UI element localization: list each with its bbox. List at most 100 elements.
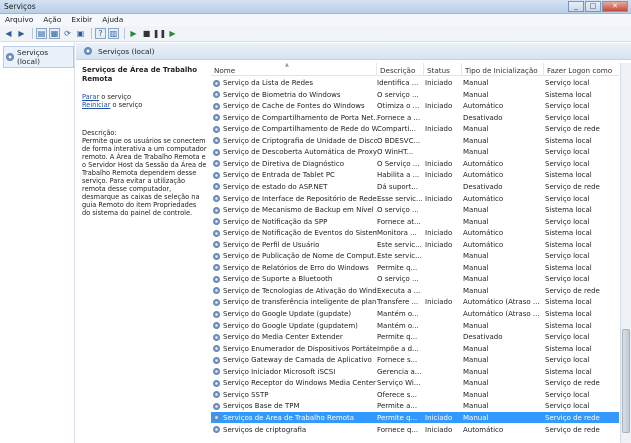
close-button[interactable]: ✕ <box>602 1 628 12</box>
table-row[interactable]: Serviço de Criptografia de Unidade de Di… <box>211 135 619 147</box>
gear-icon <box>84 47 92 55</box>
description-line: de forma interativa a um computador <box>82 145 207 153</box>
restart-service-icon[interactable]: ▶ <box>167 28 178 39</box>
service-logon-as: Serviço local <box>545 252 590 261</box>
start-service-icon[interactable]: ▶ <box>128 28 139 39</box>
table-row[interactable]: Serviço de transferência inteligente de … <box>211 296 619 308</box>
column-header-nome[interactable]: Nome ▲ <box>211 63 377 76</box>
service-name: Serviço de Publicação de Nome de Comput.… <box>213 252 377 260</box>
service-name: Serviço de Notificação de Eventos do Sis… <box>213 229 377 237</box>
service-logon-as: Serviço local <box>545 217 590 226</box>
service-name: Serviço de Compartilhamento de Rede do W… <box>213 125 377 133</box>
table-row[interactable]: Serviço de Suporte a Bluetooth O serviço … <box>211 273 619 285</box>
menu-acao[interactable]: Ação <box>38 14 66 26</box>
table-row[interactable]: Serviço de Descoberta Automática de Prox… <box>211 146 619 158</box>
service-details: Serviços de Área de Trabalho Remota Para… <box>82 66 207 217</box>
gear-icon <box>213 218 220 226</box>
table-row[interactable]: Serviço Iniciador Microsoft iSCSI Gerenci… <box>211 366 619 378</box>
back-arrow-icon[interactable]: ◀ <box>3 28 14 39</box>
restart-service-link[interactable]: Reiniciar <box>82 101 110 109</box>
menu-arquivo[interactable]: Arquivo <box>0 14 38 26</box>
table-row[interactable]: Serviço do Google Update (gupdatem) Manté… <box>211 320 619 332</box>
service-startup-type: Manual <box>463 90 489 99</box>
table-row[interactable]: Serviços Base de TPM Permite a... Manual Se… <box>211 400 619 412</box>
service-description: Fornece s... <box>377 356 418 365</box>
gear-icon <box>213 171 220 179</box>
table-row[interactable]: Serviço de Mecanismo de Backup em Nível … <box>211 204 619 216</box>
table-row[interactable]: Serviço de Diretiva de Diagnóstico O Serv… <box>211 158 619 170</box>
stop-service-link[interactable]: Parar <box>82 93 99 101</box>
column-header-logon[interactable]: Fazer Logon como <box>544 63 619 76</box>
table-row[interactable]: Serviço de Tecnologias de Ativação do Wi… <box>211 285 619 297</box>
forward-arrow-icon[interactable]: ▶ <box>16 28 27 39</box>
table-row[interactable]: Serviço de Entrada de Tablet PC Habilita … <box>211 169 619 181</box>
table-row[interactable]: Serviço de Relatórios de Erro do Windows… <box>211 262 619 274</box>
tree-item-services-local[interactable]: Serviços (local) <box>3 46 74 68</box>
service-name: Serviço de Cache de Fontes do Windows <box>213 102 377 110</box>
service-name: Serviço de Descoberta Automática de Prox… <box>213 148 377 156</box>
properties-icon[interactable]: ▦ <box>49 28 60 39</box>
table-row[interactable]: Serviço de Interface de Repositório de R… <box>211 193 619 205</box>
table-row[interactable]: Serviço de Notificação da SPP Fornece at.… <box>211 216 619 228</box>
description-line: remoto. A Área de Trabalho Remota e <box>82 153 206 161</box>
table-row[interactable]: Serviço da Lista de Redes Identifica ... I… <box>211 77 619 89</box>
gear-icon <box>213 102 220 110</box>
column-headers: Nome ▲ Descrição Status Tipo de Inicializ… <box>211 63 619 76</box>
table-row[interactable]: Serviço de Compartilhamento de Porta Net… <box>211 112 619 124</box>
vertical-scrollbar[interactable] <box>620 63 631 443</box>
table-row[interactable]: Serviço SSTP Oferece s... Manual Serviço lo… <box>211 389 619 401</box>
service-name: Serviço Gateway de Camada de Aplicativo <box>213 356 377 364</box>
service-description: Esse servic... <box>377 194 423 203</box>
table-row[interactable]: Serviço de estado do ASP.NET Dá suport...… <box>211 181 619 193</box>
show-tree-icon[interactable]: ▤ <box>36 28 47 39</box>
table-row[interactable]: Serviços de criptografia Fornece q... Inic… <box>211 424 619 436</box>
table-row[interactable]: Serviços de Área de Trabalho Remota Permi… <box>211 411 619 424</box>
toolbar-separator <box>124 28 125 39</box>
panel-header: Serviços (local) <box>76 43 631 60</box>
service-name-text: Serviço de Notificação da SPP <box>223 217 328 226</box>
service-startup-type: Manual <box>463 367 489 376</box>
service-startup-type: Automático <box>463 240 504 249</box>
column-header-descricao[interactable]: Descrição <box>377 63 424 76</box>
gear-icon <box>213 275 220 283</box>
help-icon[interactable]: ? <box>95 28 106 39</box>
refresh-icon[interactable]: ⟳ <box>62 28 73 39</box>
sort-arrow-icon: ▲ <box>285 63 289 68</box>
service-name-text: Serviço Enumerador de Dispositivos Portá… <box>223 344 377 353</box>
service-startup-type: Automático <box>463 229 504 238</box>
console-icon[interactable]: ▥ <box>108 28 119 39</box>
gear-icon <box>213 252 220 260</box>
service-name-text: Serviço de estado do ASP.NET <box>223 182 328 191</box>
service-description: O serviço ... <box>377 206 419 215</box>
menu-ajuda[interactable]: Ajuda <box>97 14 128 26</box>
table-row[interactable]: Serviço de Biometria do Windows O serviço… <box>211 89 619 101</box>
service-status: Iniciado <box>425 159 453 168</box>
table-row[interactable]: Serviço de Cache de Fontes do Windows Oti… <box>211 100 619 112</box>
gear-icon <box>213 322 220 330</box>
stop-service-icon[interactable]: ■ <box>141 28 152 39</box>
service-name-text: Serviço de Tecnologias de Ativação do Wi… <box>223 286 377 295</box>
gear-icon <box>213 298 220 306</box>
column-header-tipo-inicializacao[interactable]: Tipo de Inicialização <box>462 63 544 76</box>
table-row[interactable]: Serviço Enumerador de Dispositivos Portá… <box>211 343 619 355</box>
export-icon[interactable]: ▣ <box>75 28 86 39</box>
maximize-button[interactable]: □ <box>585 1 601 12</box>
table-row[interactable]: Serviço do Media Center Extender Permite … <box>211 331 619 343</box>
menu-exibir[interactable]: Exibir <box>66 14 97 26</box>
table-row[interactable]: Serviço de Perfil de Usuário Este servic.… <box>211 239 619 251</box>
service-status: Iniciado <box>425 240 453 249</box>
scrollbar-thumb[interactable] <box>622 329 630 433</box>
table-row[interactable]: Serviço Gateway de Camada de Aplicativo F… <box>211 354 619 366</box>
table-row[interactable]: Serviço Receptor do Windows Media Center… <box>211 377 619 389</box>
service-startup-type: Automático <box>463 171 504 180</box>
table-row[interactable]: Serviço de Compartilhamento de Rede do W… <box>211 123 619 135</box>
table-row[interactable]: Serviço de Notificação de Eventos do Sis… <box>211 227 619 239</box>
minimize-button[interactable]: _ <box>568 1 584 12</box>
table-row[interactable]: Serviço do Google Update (gupdate) Mantém… <box>211 308 619 320</box>
service-name: Serviço do Media Center Extender <box>213 333 377 341</box>
column-header-status[interactable]: Status <box>424 63 462 76</box>
table-row[interactable]: Serviço de Publicação de Nome de Comput.… <box>211 250 619 262</box>
service-description: Gerencia a... <box>377 367 422 376</box>
description-line: Trabalho Remota dependem desse <box>82 169 197 177</box>
pause-service-icon[interactable]: ❚❚ <box>153 28 166 39</box>
